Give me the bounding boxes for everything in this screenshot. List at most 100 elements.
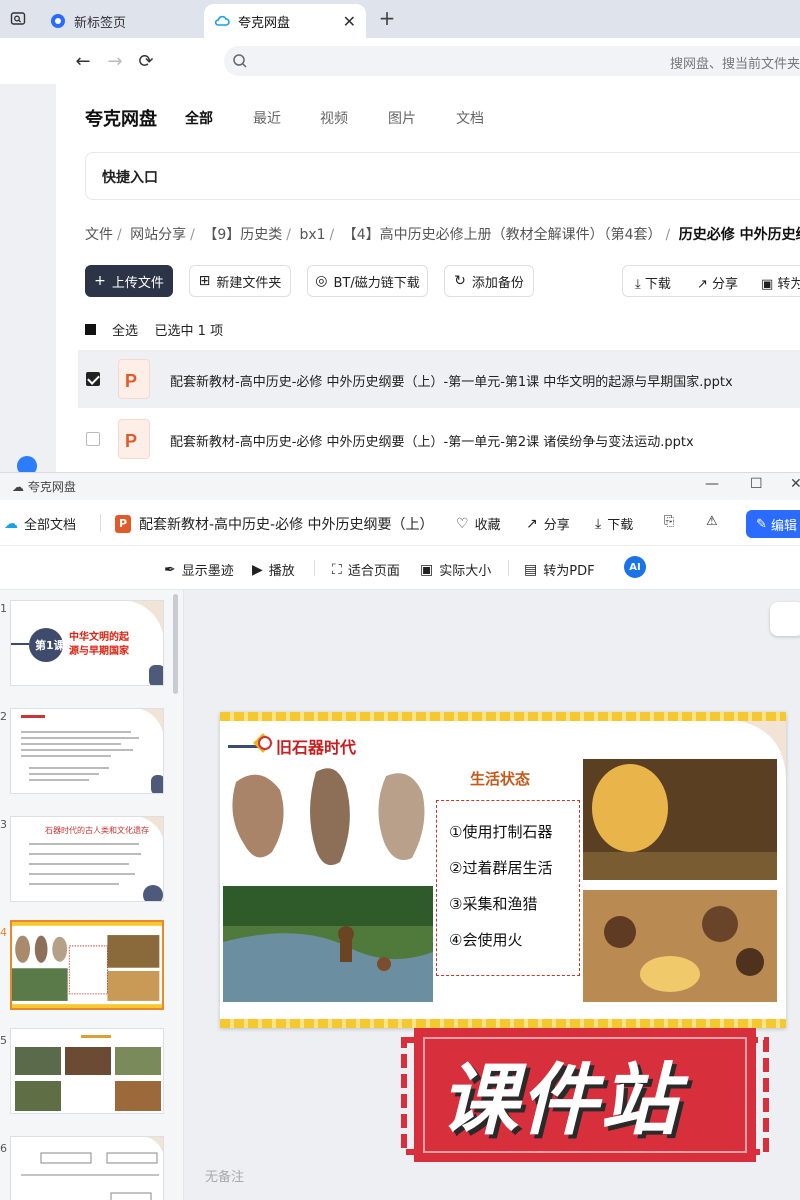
download-button[interactable]: ⤓ 下载 <box>635 273 671 292</box>
new-tab-plus-icon[interactable]: + <box>376 6 398 30</box>
viewer-window-title: ☁ 夸克网盘 <box>12 480 76 494</box>
thumb-badge: 第1课 <box>35 639 65 652</box>
slide-thumbnail[interactable]: 第1课 中华文明的起源与早期国家 <box>10 600 164 686</box>
document-title: P 配套新教材-高中历史-必修 中外历史纲要（上） <box>115 514 434 534</box>
life-item: ③采集和渔猎 <box>449 895 538 913</box>
thumbnail-scrollbar[interactable] <box>173 594 178 694</box>
reload-icon[interactable]: ⟳ <box>133 48 159 74</box>
address-bar-row: ← → ⟳ 搜网盘、搜当前文件夹 <box>0 38 800 84</box>
cloud-icon: ☁ <box>4 515 18 532</box>
share-button[interactable]: ↗ 分享 <box>697 273 738 292</box>
life-item: ①使用打制石器 <box>449 823 553 841</box>
viewer-toolbar: ☁ 全部文档 P 配套新教材-高中历史-必修 中外历史纲要（上） ♡ 收藏 ↗ 分享 … <box>0 500 800 546</box>
play-button[interactable]: ▶ 播放 <box>252 560 295 580</box>
file-name[interactable]: 配套新教材-高中历史-必修 中外历史纲要（上）-第一单元-第2课 诸侯纷争与变法… <box>170 431 694 450</box>
browser-side-rail <box>0 84 56 472</box>
selection-actions: ⤓ 下载 ↗ 分享 ▣ 转为 <box>622 265 800 297</box>
quick-entry-panel[interactable]: 快捷入口 <box>85 152 800 200</box>
export-icon[interactable]: ⎘ <box>664 514 674 529</box>
thumb-number: 1 <box>0 602 7 615</box>
upload-button[interactable]: + 上传文件 <box>85 265 173 297</box>
nav-images[interactable]: 图片 <box>388 108 416 128</box>
play-icon: ▶ <box>252 561 263 578</box>
download-icon: ⤓ <box>595 515 602 532</box>
search-icon <box>233 54 247 68</box>
share-icon: ↗ <box>526 515 538 532</box>
cloud-drive-icon <box>214 15 230 26</box>
pdf-float-icon[interactable] <box>770 602 800 636</box>
fit-page-button[interactable]: ⛶ 适合页面 <box>332 560 400 580</box>
report-icon[interactable]: ⚠ <box>706 514 718 529</box>
bt-icon: ◎ <box>315 273 328 289</box>
slide-title: 旧石器时代 <box>276 738 357 757</box>
file-name[interactable]: 配套新教材-高中历史-必修 中外历史纲要（上）-第一单元-第1课 中华文明的起源… <box>170 371 733 390</box>
sync-icon: ↻ <box>454 273 466 289</box>
slide-thumbnail[interactable] <box>10 1136 164 1200</box>
forward-arrow-icon[interactable]: → <box>102 48 128 74</box>
show-ink-button[interactable]: ✒ 显示墨迹 <box>164 560 234 580</box>
all-docs-link[interactable]: ☁ 全部文档 <box>4 514 76 534</box>
favorite-button[interactable]: ♡ 收藏 <box>456 514 501 534</box>
convert-button[interactable]: ▣ 转为 <box>761 273 800 292</box>
select-all-row[interactable]: 全选 已选中 1 项 <box>85 320 223 339</box>
close-icon[interactable]: ✕ <box>790 476 800 492</box>
breadcrumb: 文件 / 网站分享 / 【9】历史类 / bx1/ 【4】高中历史必修上册（教材全解课… <box>85 224 800 244</box>
nav-recent[interactable]: 最近 <box>253 108 281 128</box>
browser-tab-strip: 新标签页 夸克网盘 ✕ + <box>0 0 800 38</box>
watermark-stamp: 课件站 <box>400 1020 770 1170</box>
drive-logo: 夸克网盘 <box>85 109 157 130</box>
new-folder-button[interactable]: ⊞ 新建文件夹 <box>189 265 291 297</box>
close-icon[interactable]: ✕ <box>343 12 356 31</box>
folder-plus-icon: ⊞ <box>198 273 211 289</box>
life-item: ②过着群居生活 <box>449 859 553 877</box>
nav-docs[interactable]: 文档 <box>456 108 484 128</box>
slide-thumbnail[interactable] <box>10 708 164 794</box>
slide-thumbnail[interactable] <box>10 1028 164 1114</box>
breadcrumb-item[interactable]: 文件 <box>85 227 113 243</box>
heart-icon: ♡ <box>456 515 469 532</box>
pdf-icon: ▤ <box>524 561 538 578</box>
minimize-icon[interactable]: — <box>705 476 719 492</box>
thumb-title: 中华文明的起源与早期国家 <box>69 632 129 657</box>
pptx-file-icon: P <box>118 359 150 399</box>
share-button[interactable]: ↗ 分享 <box>526 514 570 534</box>
life-status-title: 生活状态 <box>470 770 531 788</box>
thumbnail-panel: 1 第1课 中华文明的起源与早期国家 2 3 石器时代的古人类和文化遗存 4 5… <box>0 590 184 1200</box>
file-row[interactable]: P 配套新教材-高中历史-必修 中外历史纲要（上）-第一单元-第1课 中华文明的… <box>78 350 800 408</box>
slide-thumbnail[interactable]: 石器时代的古人类和文化遗存 <box>10 816 164 902</box>
file-checkbox[interactable] <box>86 372 100 386</box>
nav-video[interactable]: 视频 <box>320 108 348 128</box>
download-button[interactable]: ⤓ 下载 <box>595 514 633 534</box>
nav-all[interactable]: 全部 <box>185 108 213 128</box>
file-row[interactable]: P 配套新教材-高中历史-必修 中外历史纲要（上）-第一单元-第2课 诸侯纷争与… <box>78 410 800 468</box>
breadcrumb-item[interactable]: 【9】历史类 <box>203 227 282 243</box>
plus-icon: + <box>94 273 106 289</box>
breadcrumb-item[interactable]: 网站分享 <box>130 227 186 243</box>
back-arrow-icon[interactable]: ← <box>70 48 96 74</box>
maximize-icon[interactable]: ☐ <box>750 476 763 492</box>
thumb-title: 石器时代的古人类和文化遗存 <box>45 826 149 835</box>
thumb-number: 4 <box>0 926 7 939</box>
tab-quark-drive[interactable]: 夸克网盘 ✕ <box>204 4 366 38</box>
tab-label: 新标签页 <box>74 15 127 31</box>
breadcrumb-item[interactable]: 【4】高中历史必修上册（教材全解课件）（第4套） <box>343 227 662 243</box>
tab-new-tab[interactable]: 新标签页 <box>40 4 202 38</box>
add-backup-button[interactable]: ↻ 添加备份 <box>444 265 534 297</box>
viewer-view-toolbar: ✒ 显示墨迹 ▶ 播放 ⛶ 适合页面 ▣ 实际大小 ▤ 转为PDF AI <box>0 546 800 590</box>
bt-download-button[interactable]: ◎ BT/磁力链下载 <box>307 265 428 297</box>
watermark-text: 课件站 <box>440 1056 681 1146</box>
select-all-checkbox[interactable] <box>85 324 96 335</box>
tab-label: 夸克网盘 <box>238 15 291 31</box>
edit-button[interactable]: ✎ 编辑 <box>746 510 800 538</box>
pptx-file-icon: P <box>118 419 150 459</box>
actual-size-button[interactable]: ▣ 实际大小 <box>420 560 491 580</box>
breadcrumb-item[interactable]: bx1 <box>299 227 325 243</box>
tab-search-icon[interactable] <box>4 6 32 32</box>
pptx-file-icon: P <box>115 515 131 533</box>
slide-thumbnail-active[interactable] <box>10 920 164 1010</box>
address-input[interactable]: 搜网盘、搜当前文件夹 <box>224 46 800 76</box>
file-checkbox[interactable] <box>86 432 100 446</box>
ai-icon[interactable]: AI <box>624 556 646 578</box>
address-placeholder: 搜网盘、搜当前文件夹 <box>669 57 800 72</box>
to-pdf-button[interactable]: ▤ 转为PDF <box>524 560 595 580</box>
